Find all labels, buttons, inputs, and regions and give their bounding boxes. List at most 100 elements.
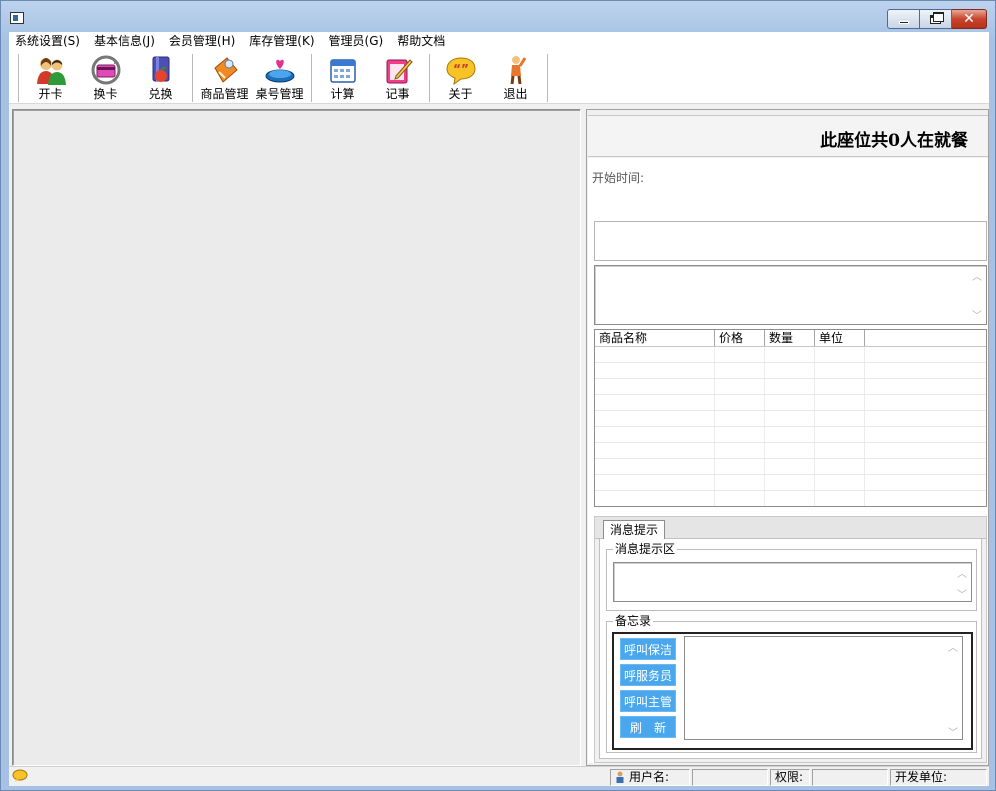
table-row[interactable] [595,443,986,459]
table-cell [595,491,715,506]
col-header-unit[interactable]: 单位 [815,330,865,346]
goods-table[interactable]: 商品名称 价格 数量 单位 [594,329,987,507]
close-button[interactable]: ✕ [952,9,987,29]
menu-system-settings[interactable]: 系统设置(S) [9,32,87,51]
col-header-extra [865,330,986,346]
table-icon [265,59,294,83]
seat-header: 此座位共0人在就餐 [588,115,988,157]
table-cell [865,379,986,394]
table-row[interactable] [595,363,986,379]
remarks-scrollbar[interactable]: ︿ ﹀ [970,268,984,322]
table-cell [715,475,765,490]
table-cell [765,475,815,490]
restore-button[interactable] [920,9,952,29]
goods-table-body [595,347,986,506]
info-field[interactable] [594,221,987,261]
exit-person-icon [510,56,526,85]
notepad-icon [386,59,413,84]
chat-bubble-icon [12,769,28,782]
message-group: 消息提示区 ︿ ﹀ [606,542,977,611]
start-time-label: 开始时间: [592,171,645,185]
col-header-product-name[interactable]: 商品名称 [595,330,715,346]
message-scrollbar[interactable]: ︿ ﹀ [955,565,969,601]
about-button[interactable]: “” 关于 [433,53,488,101]
status-developer-label: 开发单位: [890,769,987,786]
minimize-button[interactable] [887,9,920,29]
product-management-button[interactable]: 商品管理 [197,53,252,101]
about-label: 关于 [448,87,473,101]
table-row[interactable] [595,379,986,395]
table-row[interactable] [595,491,986,506]
goods-table-header: 商品名称 价格 数量 单位 [595,330,986,347]
table-cell [715,491,765,506]
table-cell [815,443,865,458]
memo-textarea[interactable]: ︿ ﹀ [684,636,963,740]
redeem-button[interactable]: 兑换 [133,53,188,101]
table-management-label: 桌号管理 [255,87,304,101]
call-supervisor-button[interactable]: 呼叫主管 [620,690,676,712]
table-cell [865,443,986,458]
table-cell [815,459,865,474]
call-waiter-button[interactable]: 呼服务员 [620,664,676,686]
table-row[interactable] [595,347,986,363]
table-cell [715,443,765,458]
table-cell [815,411,865,426]
table-cell [865,347,986,362]
col-header-quantity[interactable]: 数量 [765,330,815,346]
scroll-up-icon: ︿ [957,569,967,580]
menu-help-docs[interactable]: 帮助文档 [390,32,452,51]
table-row[interactable] [595,427,986,443]
tab-messages[interactable]: 消息提示 [603,520,666,540]
seat-detail-pane: 此座位共0人在就餐 开始时间: ︿ ﹀ 商品名称 价格 数量 单位 消息提示 消… [586,109,989,766]
table-cell [765,395,815,410]
memo-scrollbar[interactable]: ︿ ﹀ [946,639,960,739]
app-icon[interactable] [10,12,24,24]
toolbar-separator [311,54,313,102]
product-management-label: 商品管理 [200,87,249,101]
table-cell [815,347,865,362]
status-bar: 用户名: 权限: 开发单位: [9,766,989,786]
seat-map-pane[interactable] [12,109,581,766]
menu-basic-info[interactable]: 基本信息(J) [87,32,162,51]
tab-strip: 消息提示 [595,517,986,540]
refresh-button[interactable]: 刷 新 [620,716,676,738]
table-row[interactable] [595,475,986,491]
table-cell [765,411,815,426]
table-cell [715,363,765,378]
users-icon [36,58,66,85]
col-header-price[interactable]: 价格 [715,330,765,346]
table-cell [765,363,815,378]
table-cell [715,379,765,394]
exit-label: 退出 [503,87,528,101]
menu-member-management[interactable]: 会员管理(H) [162,32,242,51]
status-permission-label: 权限: [770,769,810,786]
call-buttons: 呼叫保洁 呼服务员 呼叫主管 刷 新 [620,638,678,742]
message-textarea[interactable]: ︿ ﹀ [613,562,972,602]
calculate-button[interactable]: 计算 [315,53,370,101]
table-cell [865,475,986,490]
scroll-down-icon: ﹀ [948,728,958,739]
menu-inventory-management[interactable]: 库存管理(K) [242,32,321,51]
table-cell [765,427,815,442]
table-cell [815,475,865,490]
notes-button[interactable]: 记事 [370,53,425,101]
memo-frame: 呼叫保洁 呼服务员 呼叫主管 刷 新 ︿ ﹀ [612,632,973,750]
menu-administrator[interactable]: 管理员(G) [322,32,391,51]
scroll-up-icon: ︿ [948,643,958,654]
open-card-button[interactable]: 开卡 [23,53,78,101]
call-cleaning-button[interactable]: 呼叫保洁 [620,638,676,660]
table-row[interactable] [595,395,986,411]
open-card-label: 开卡 [38,87,63,101]
exit-button[interactable]: 退出 [488,53,543,101]
swap-card-button[interactable]: 换卡 [78,53,133,101]
title-bar[interactable]: ✕ [1,1,995,31]
table-row[interactable] [595,411,986,427]
table-management-button[interactable]: 桌号管理 [252,53,307,101]
toolbar-group-card: 开卡 换卡 兑换 [23,53,188,103]
remarks-textarea[interactable]: ︿ ﹀ [594,265,987,325]
client-area: 系统设置(S) 基本信息(J) 会员管理(H) 库存管理(K) 管理员(G) 帮… [9,32,989,786]
table-cell [595,411,715,426]
table-row[interactable] [595,459,986,475]
memo-group-label: 备忘录 [613,614,654,628]
table-cell [865,395,986,410]
